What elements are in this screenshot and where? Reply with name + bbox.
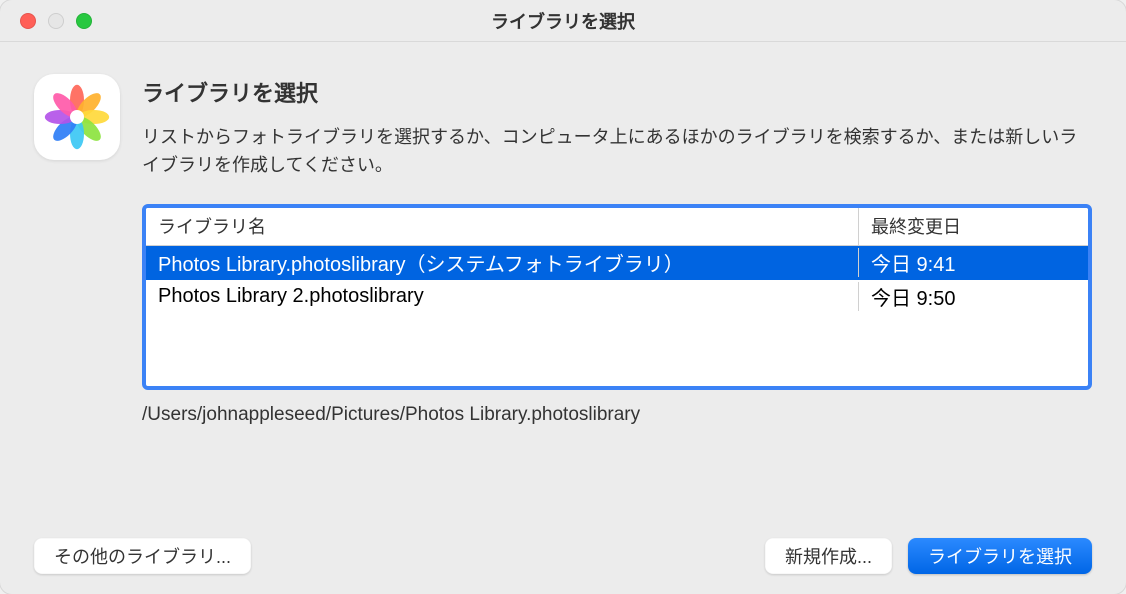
- header-row: ライブラリを選択 リストからフォトライブラリを選択するか、コンピュータ上にあるほ…: [34, 74, 1092, 180]
- header-text: ライブラリを選択 リストからフォトライブラリを選択するか、コンピュータ上にあるほ…: [142, 74, 1092, 180]
- column-modified[interactable]: 最終変更日: [858, 208, 1088, 245]
- titlebar: ライブラリを選択: [0, 0, 1126, 42]
- column-name[interactable]: ライブラリ名: [146, 208, 858, 245]
- maximize-icon[interactable]: [76, 13, 92, 29]
- table-row[interactable]: [146, 314, 1088, 348]
- window-title: ライブラリを選択: [491, 8, 635, 34]
- selected-path: /Users/johnappleseed/Pictures/Photos Lib…: [142, 404, 1092, 426]
- window-controls: [0, 13, 92, 29]
- create-new-button[interactable]: 新規作成...: [765, 538, 892, 574]
- button-row: その他のライブラリ... 新規作成... ライブラリを選択: [34, 508, 1092, 574]
- dialog-window: ライブラリを選択: [0, 0, 1126, 594]
- other-library-button[interactable]: その他のライブラリ...: [34, 538, 251, 574]
- cell-name: Photos Library 2.photoslibrary: [146, 285, 858, 308]
- dialog-heading: ライブラリを選択: [142, 76, 1092, 108]
- cell-modified: 今日 9:41: [858, 248, 1088, 277]
- cell-modified: 今日 9:50: [858, 282, 1088, 311]
- table-row[interactable]: Photos Library.photoslibrary（システムフォトライブラ…: [146, 246, 1088, 280]
- photos-app-icon: [34, 74, 120, 160]
- table-row[interactable]: Photos Library 2.photoslibrary 今日 9:50: [146, 280, 1088, 314]
- table-header: ライブラリ名 最終変更日: [146, 208, 1088, 246]
- library-table: ライブラリ名 最終変更日 Photos Library.photoslibrar…: [142, 204, 1092, 390]
- minimize-icon: [48, 13, 64, 29]
- table-body: Photos Library.photoslibrary（システムフォトライブラ…: [146, 246, 1088, 386]
- table-row[interactable]: [146, 348, 1088, 382]
- cell-name: Photos Library.photoslibrary（システムフォトライブラ…: [146, 248, 858, 277]
- choose-library-button[interactable]: ライブラリを選択: [908, 538, 1092, 574]
- close-icon[interactable]: [20, 13, 36, 29]
- dialog-description: リストからフォトライブラリを選択するか、コンピュータ上にあるほかのライブラリを検…: [142, 124, 1092, 180]
- dialog-content: ライブラリを選択 リストからフォトライブラリを選択するか、コンピュータ上にあるほ…: [0, 42, 1126, 594]
